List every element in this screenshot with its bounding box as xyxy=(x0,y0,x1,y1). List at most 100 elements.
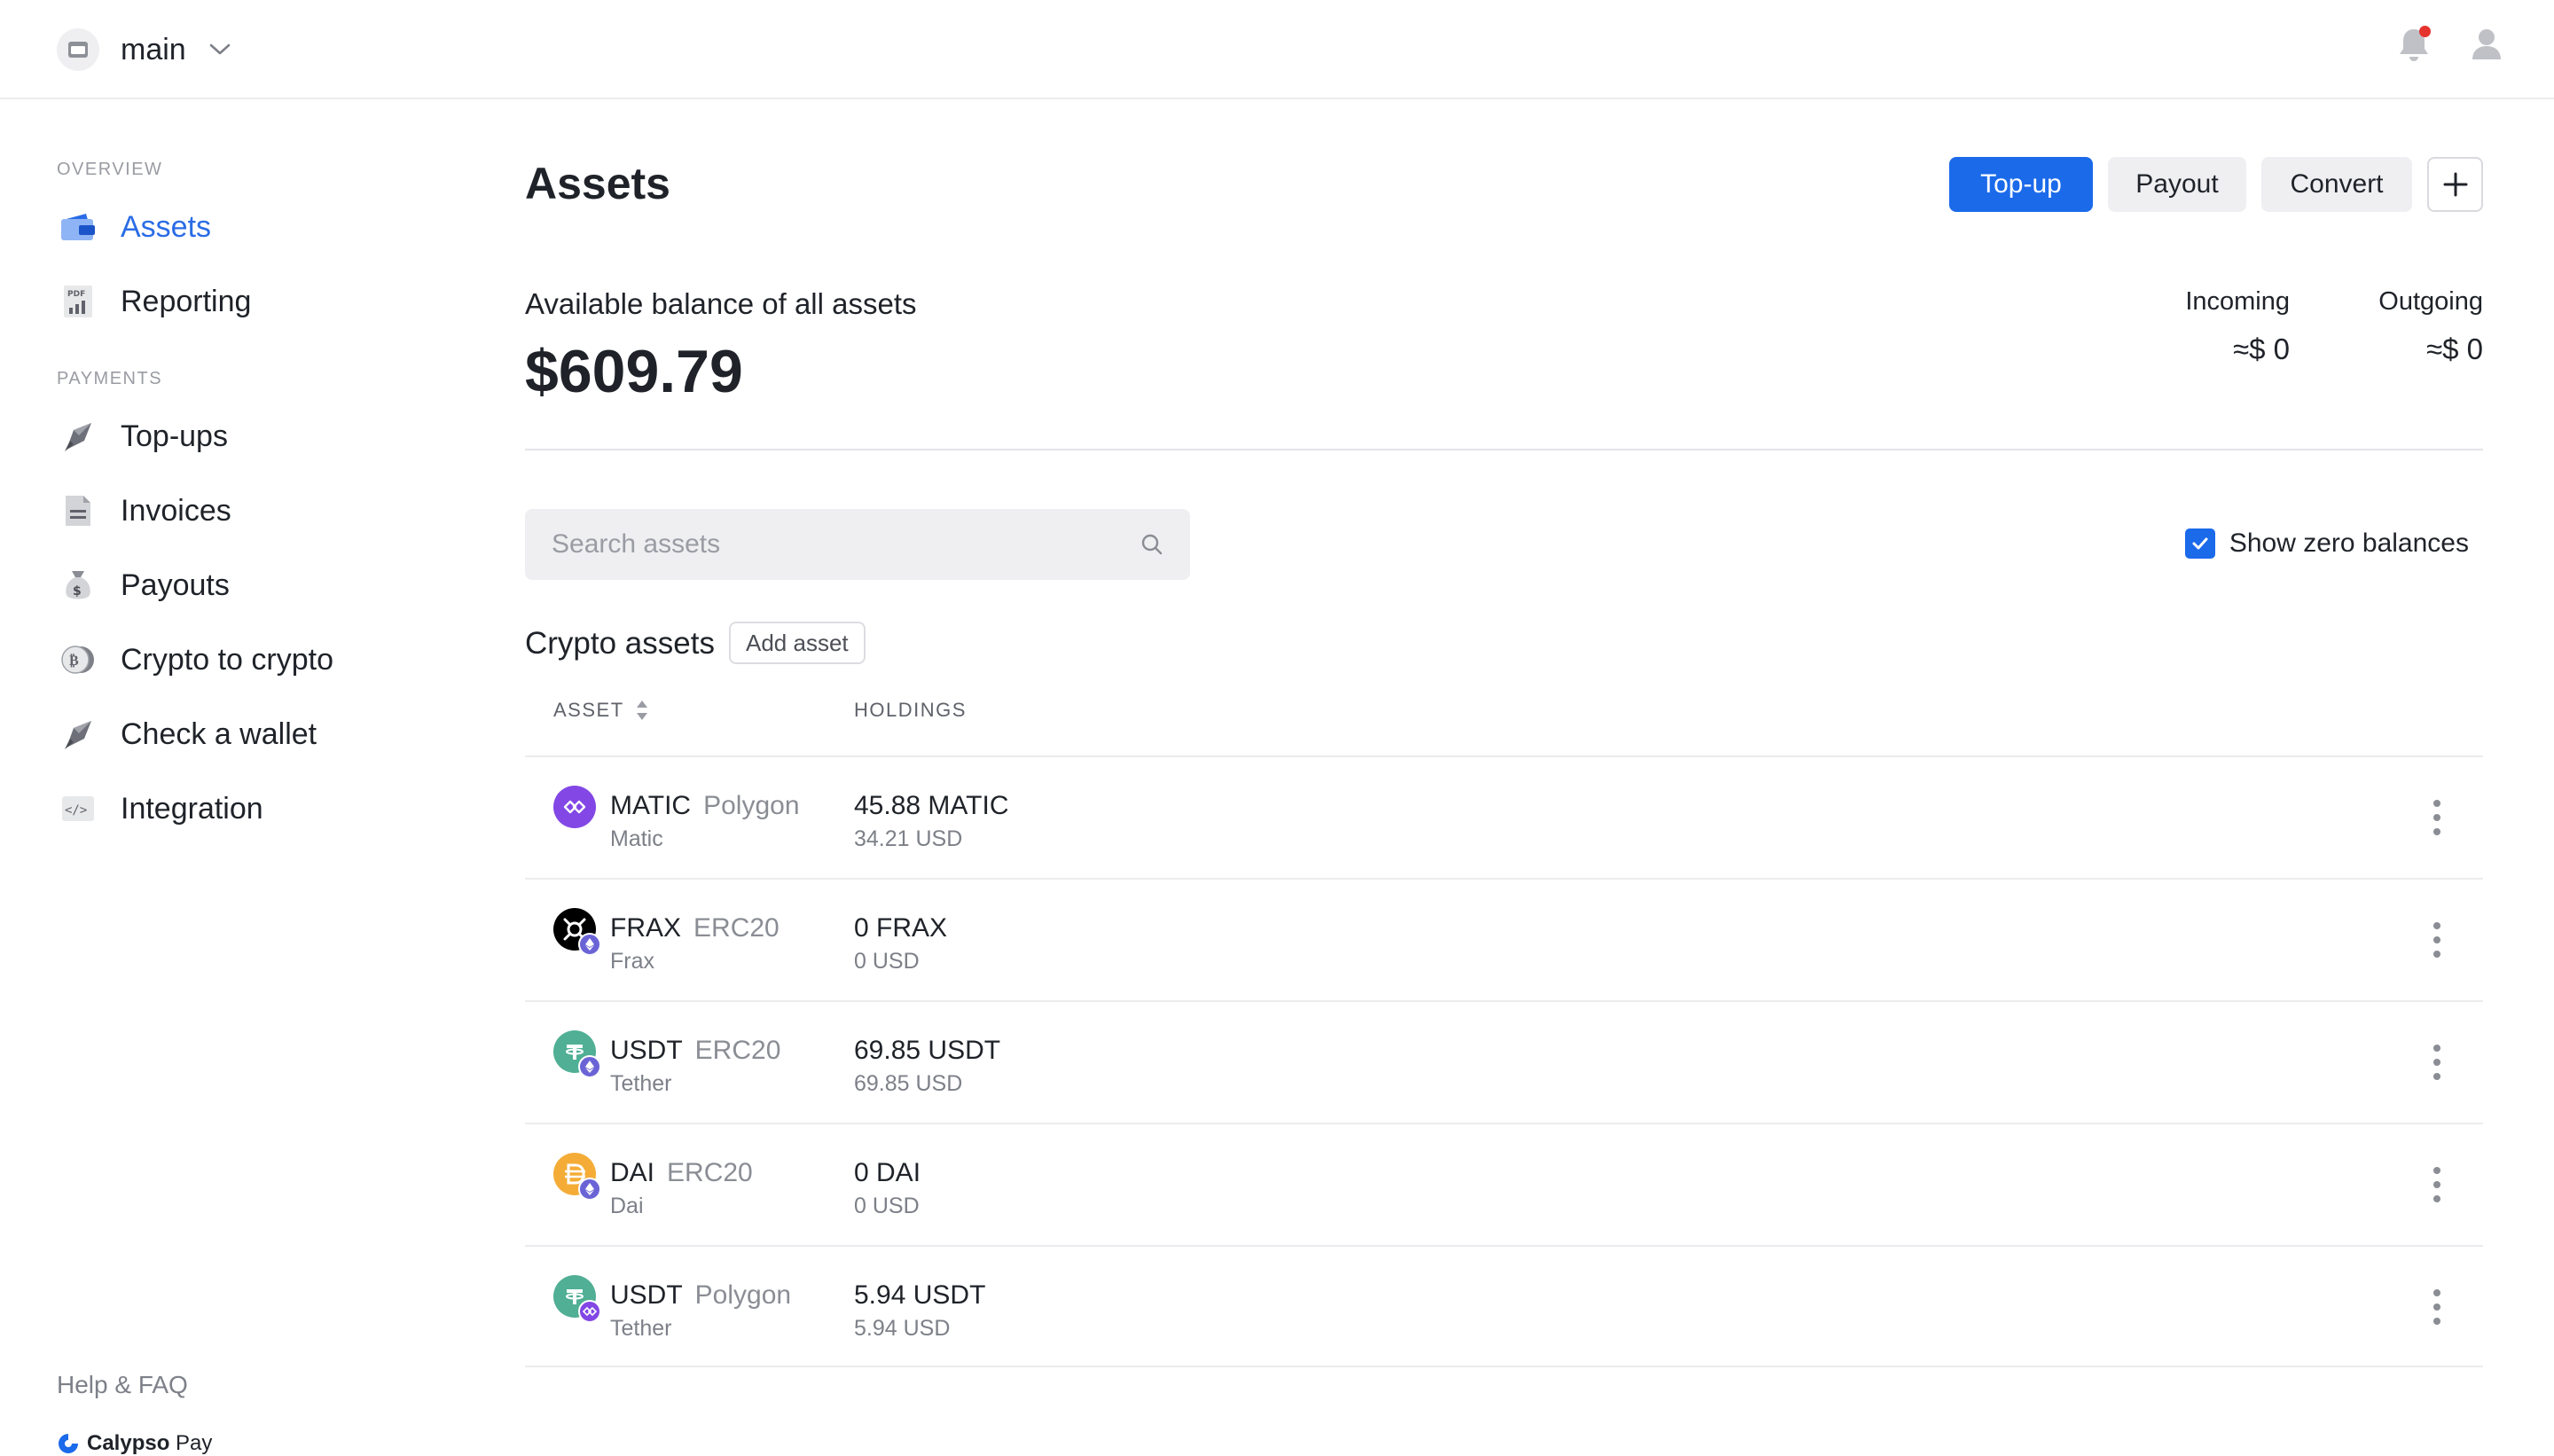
invoice-icon xyxy=(57,489,99,532)
holdings-amount: 5.94 USDT xyxy=(854,1280,986,1310)
notification-dot xyxy=(2419,26,2431,37)
sidebar-item-check-a-wallet[interactable]: Check a wallet xyxy=(57,708,317,761)
sidebar-item-invoices[interactable]: Invoices xyxy=(57,484,231,537)
asset-symbol: USDT xyxy=(610,1280,683,1310)
table-row[interactable]: MATIC Polygon Matic 45.88 MATIC 34.21 USD xyxy=(525,755,2483,878)
sidebar-item-reporting[interactable]: PDF Reporting xyxy=(57,275,251,328)
asset-name: Tether xyxy=(610,1316,672,1341)
table-row[interactable]: USDT ERC20 Tether 69.85 USDT 69.85 USD xyxy=(525,1000,2483,1123)
show-zero-balances-toggle[interactable]: Show zero balances xyxy=(2184,528,2469,559)
asset-network: ERC20 xyxy=(667,1158,753,1187)
sidebar-item-payouts[interactable]: $ Payouts xyxy=(57,559,230,612)
help-faq-link[interactable]: Help & FAQ xyxy=(57,1371,188,1399)
ethereum-icon xyxy=(578,1055,601,1078)
more-options-icon[interactable] xyxy=(2432,922,2442,958)
sidebar-item-integration[interactable]: </> Integration xyxy=(57,782,263,835)
coin-exchange-icon: ₿ xyxy=(57,638,99,681)
balance-amount: $609.79 xyxy=(525,338,743,405)
notifications-bell-icon[interactable] xyxy=(2394,23,2433,66)
pdf-report-icon: PDF xyxy=(57,280,99,323)
convert-button[interactable]: Convert xyxy=(2261,157,2412,212)
more-options-icon[interactable] xyxy=(2432,1289,2442,1325)
search-input[interactable]: Search assets xyxy=(525,509,1190,580)
balance-label: Available balance of all assets xyxy=(525,287,917,320)
incoming-value: ≈$ 0 xyxy=(2233,333,2290,365)
asset-network: ERC20 xyxy=(693,913,780,943)
outgoing-label: Outgoing xyxy=(2378,287,2483,316)
holdings-amount: 69.85 USDT xyxy=(854,1036,1001,1065)
incoming-summary: Incoming ≈$ 0 xyxy=(2185,287,2290,366)
more-options-icon[interactable] xyxy=(2432,1045,2442,1080)
divider xyxy=(525,449,2483,450)
check-icon xyxy=(2192,537,2208,550)
holdings-amount: 45.88 MATIC xyxy=(854,791,1009,820)
chevron-down-icon[interactable] xyxy=(209,43,231,56)
sidebar: OVERVIEW Assets PDF Reporting PAYMENTS T… xyxy=(0,99,479,1455)
add-button[interactable] xyxy=(2427,157,2483,212)
brand-name-light: Pay xyxy=(169,1431,213,1455)
asset-name: Tether xyxy=(610,1071,672,1096)
top-bar: main xyxy=(0,0,2554,99)
column-header-holdings: HOLDINGS xyxy=(854,699,967,721)
holdings-usd: 5.94 USD xyxy=(854,1316,951,1341)
search-icon[interactable] xyxy=(1140,533,1163,556)
asset-name: Dai xyxy=(610,1194,644,1218)
asset-network: Polygon xyxy=(694,1280,792,1310)
sort-icon[interactable] xyxy=(635,699,649,722)
asset-network: ERC20 xyxy=(694,1036,781,1065)
asset-symbol: MATIC xyxy=(610,791,692,820)
workspace-icon xyxy=(57,28,99,71)
asset-name: Frax xyxy=(610,949,654,974)
user-avatar-icon[interactable] xyxy=(2467,23,2506,66)
search-placeholder: Search assets xyxy=(552,529,721,559)
asset-symbol: FRAX xyxy=(610,913,682,943)
more-options-icon[interactable] xyxy=(2432,1167,2442,1202)
top-up-button[interactable]: Top-up xyxy=(1949,157,2093,212)
svg-text:</>: </> xyxy=(65,803,87,818)
incoming-label: Incoming xyxy=(2185,287,2290,316)
asset-symbol: USDT xyxy=(610,1036,683,1065)
ethereum-icon xyxy=(578,1178,601,1201)
main-content: Assets Top-up Payout Convert Available b… xyxy=(525,99,2483,1389)
sidebar-item-top-ups[interactable]: Top-ups xyxy=(57,410,228,463)
svg-text:₿: ₿ xyxy=(69,652,79,669)
table-row[interactable]: FRAX ERC20 Frax 0 FRAX 0 USD xyxy=(525,878,2483,1000)
sidebar-item-assets[interactable]: Assets xyxy=(57,200,211,254)
holdings-usd: 69.85 USD xyxy=(854,1071,963,1096)
asset-symbol: DAI xyxy=(610,1158,655,1187)
column-header-asset[interactable]: ASSET xyxy=(553,699,649,722)
add-asset-button[interactable]: Add asset xyxy=(729,622,866,664)
matic-icon xyxy=(553,786,596,828)
sidebar-item-crypto-to-crypto[interactable]: ₿ Crypto to crypto xyxy=(57,633,333,686)
svg-text:$: $ xyxy=(73,584,82,599)
svg-text:PDF: PDF xyxy=(67,290,85,299)
calypso-logo-icon xyxy=(59,1434,78,1453)
asset-name: Matic xyxy=(610,826,663,851)
wallet-icon xyxy=(57,206,99,248)
ethereum-icon xyxy=(578,933,601,956)
holdings-amount: 0 FRAX xyxy=(854,913,948,943)
holdings-usd: 0 USD xyxy=(854,949,920,974)
outgoing-summary: Outgoing ≈$ 0 xyxy=(2378,287,2483,366)
show-zero-balances-label: Show zero balances xyxy=(2229,528,2469,558)
code-icon: </> xyxy=(57,787,99,830)
holdings-usd: 34.21 USD xyxy=(854,826,963,851)
outgoing-value: ≈$ 0 xyxy=(2426,333,2483,365)
more-options-icon[interactable] xyxy=(2432,800,2442,835)
table-row[interactable]: DAI ERC20 Dai 0 DAI 0 USD xyxy=(525,1123,2483,1245)
brand-name-bold: Calypso xyxy=(87,1431,170,1455)
crypto-assets-title: Crypto assets xyxy=(525,626,715,661)
section-label-payments: PAYMENTS xyxy=(57,369,163,388)
payout-button[interactable]: Payout xyxy=(2108,157,2246,212)
section-label-overview: OVERVIEW xyxy=(57,160,163,179)
workspace-switcher[interactable]: main xyxy=(57,27,231,73)
workspace-name: main xyxy=(121,32,186,67)
money-bag-icon: $ xyxy=(57,564,99,607)
top-up-icon xyxy=(57,415,99,458)
page-title: Assets xyxy=(525,159,670,208)
checkbox-checked[interactable] xyxy=(2184,528,2215,559)
table-row[interactable]: USDT Polygon Tether 5.94 USDT 5.94 USD xyxy=(525,1245,2483,1367)
plus-icon xyxy=(2443,172,2467,197)
holdings-usd: 0 USD xyxy=(854,1194,920,1218)
holdings-amount: 0 DAI xyxy=(854,1158,921,1187)
